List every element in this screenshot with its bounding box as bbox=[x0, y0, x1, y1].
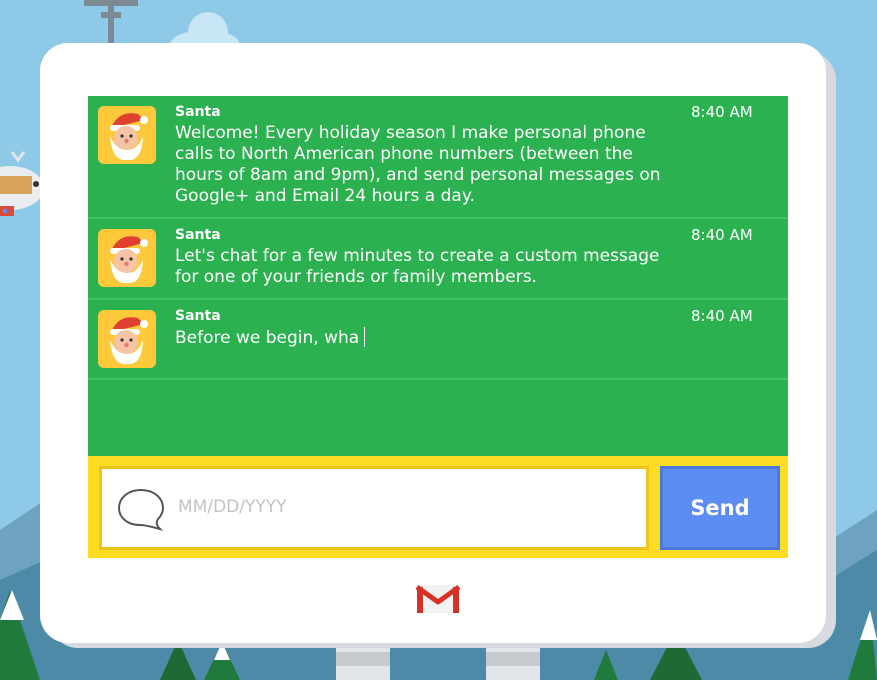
gmail-icon[interactable] bbox=[416, 583, 460, 615]
message-sender: Santa bbox=[175, 227, 221, 243]
message-sender: Santa bbox=[175, 104, 221, 120]
message-composer: MM/DD/YYYY Send bbox=[88, 456, 788, 558]
speech-bubble-icon bbox=[117, 488, 165, 531]
sign-post bbox=[108, 0, 114, 46]
message-text: Before we begin, wha bbox=[175, 327, 675, 349]
input-placeholder: MM/DD/YYYY bbox=[178, 497, 287, 517]
sign-post-bar bbox=[101, 12, 121, 18]
message-input[interactable]: MM/DD/YYYY bbox=[99, 466, 649, 550]
message-text-content: Before we begin, wha bbox=[175, 328, 360, 348]
santa-face-icon bbox=[110, 236, 148, 284]
santa-face-icon bbox=[110, 113, 148, 161]
send-button[interactable]: Send bbox=[660, 466, 780, 550]
santa-avatar bbox=[98, 229, 156, 287]
chat-message: Santa 8:40 AM Let's chat for a few minut… bbox=[88, 219, 788, 300]
message-text: Let's chat for a few minutes to create a… bbox=[175, 246, 660, 287]
typing-cursor bbox=[364, 327, 366, 347]
message-sender: Santa bbox=[175, 308, 221, 324]
santa-avatar bbox=[98, 310, 156, 368]
santa-face-icon bbox=[110, 317, 148, 365]
chat-message: Santa 8:40 AM Welcome! Every holiday sea… bbox=[88, 96, 788, 219]
message-time: 8:40 AM bbox=[691, 103, 753, 121]
blimp-icon bbox=[0, 151, 44, 216]
chat-window: Santa 8:40 AM Welcome! Every holiday sea… bbox=[88, 96, 788, 456]
message-time: 8:40 AM bbox=[691, 307, 753, 325]
santa-avatar bbox=[98, 106, 156, 164]
message-text: Welcome! Every holiday season I make per… bbox=[175, 123, 661, 206]
message-time: 8:40 AM bbox=[691, 226, 753, 244]
chat-message: Santa 8:40 AM Before we begin, wha bbox=[88, 300, 788, 380]
